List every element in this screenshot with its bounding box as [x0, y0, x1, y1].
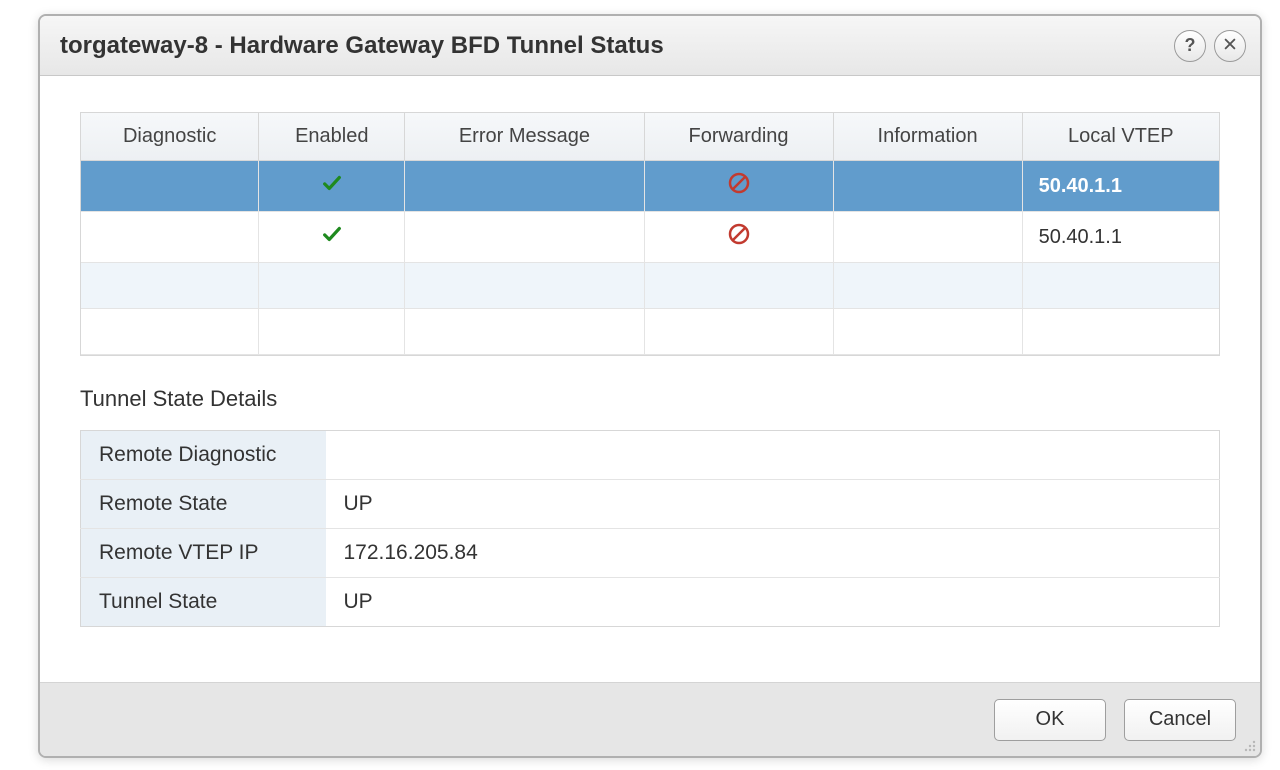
dialog-content: Diagnostic Enabled Error Message Forward… [40, 76, 1260, 682]
dialog-footer: OK Cancel [40, 682, 1260, 756]
resize-grip-icon[interactable] [1242, 738, 1258, 754]
table-row[interactable]: 50.40.1.1 [81, 161, 1219, 212]
detail-row: Tunnel State UP [81, 578, 1220, 627]
cell-forwarding [645, 212, 834, 263]
col-diagnostic[interactable]: Diagnostic [81, 113, 259, 161]
detail-row: Remote VTEP IP 172.16.205.84 [81, 529, 1220, 578]
cell-error [405, 212, 644, 263]
help-button[interactable]: ? [1174, 30, 1206, 62]
detail-label: Tunnel State [81, 578, 326, 627]
tunnel-details: Remote Diagnostic Remote State UP Remote… [80, 430, 1220, 627]
cancel-button[interactable]: Cancel [1124, 699, 1236, 741]
details-section-title: Tunnel State Details [80, 386, 1220, 412]
ok-button[interactable]: OK [994, 699, 1106, 741]
dialog-titlebar: torgateway-8 - Hardware Gateway BFD Tunn… [40, 16, 1260, 76]
cell-local-vtep: 50.40.1.1 [1023, 161, 1219, 212]
detail-row: Remote Diagnostic [81, 431, 1220, 480]
cell-enabled [259, 212, 405, 263]
detail-label: Remote Diagnostic [81, 431, 326, 480]
detail-value: 172.16.205.84 [326, 529, 1220, 578]
detail-label: Remote VTEP IP [81, 529, 326, 578]
check-icon [321, 172, 343, 200]
check-icon [321, 223, 343, 251]
col-information[interactable]: Information [834, 113, 1023, 161]
cell-diagnostic [81, 161, 259, 212]
bfd-tunnel-status-dialog: torgateway-8 - Hardware Gateway BFD Tunn… [38, 14, 1262, 758]
grid-header-row: Diagnostic Enabled Error Message Forward… [81, 113, 1219, 161]
cell-forwarding [645, 161, 834, 212]
col-error-message[interactable]: Error Message [405, 113, 644, 161]
titlebar-buttons: ? [1174, 30, 1246, 62]
cell-local-vtep: 50.40.1.1 [1023, 212, 1219, 263]
col-enabled[interactable]: Enabled [259, 113, 405, 161]
cell-error [405, 161, 644, 212]
help-icon: ? [1185, 35, 1196, 56]
table-row[interactable] [81, 309, 1219, 355]
tunnel-grid[interactable]: Diagnostic Enabled Error Message Forward… [80, 112, 1220, 356]
cell-information [834, 161, 1023, 212]
detail-value [326, 431, 1220, 480]
close-button[interactable] [1214, 30, 1246, 62]
col-forwarding[interactable]: Forwarding [645, 113, 834, 161]
cell-diagnostic [81, 212, 259, 263]
close-icon [1223, 35, 1237, 56]
cell-enabled [259, 161, 405, 212]
detail-label: Remote State [81, 480, 326, 529]
col-local-vtep[interactable]: Local VTEP [1023, 113, 1219, 161]
detail-value: UP [326, 578, 1220, 627]
detail-value: UP [326, 480, 1220, 529]
prohibited-icon [727, 171, 751, 201]
prohibited-icon [727, 222, 751, 252]
table-row[interactable] [81, 263, 1219, 309]
detail-row: Remote State UP [81, 480, 1220, 529]
cell-information [834, 212, 1023, 263]
table-row[interactable]: 50.40.1.1 [81, 212, 1219, 263]
dialog-title: torgateway-8 - Hardware Gateway BFD Tunn… [60, 32, 1174, 60]
